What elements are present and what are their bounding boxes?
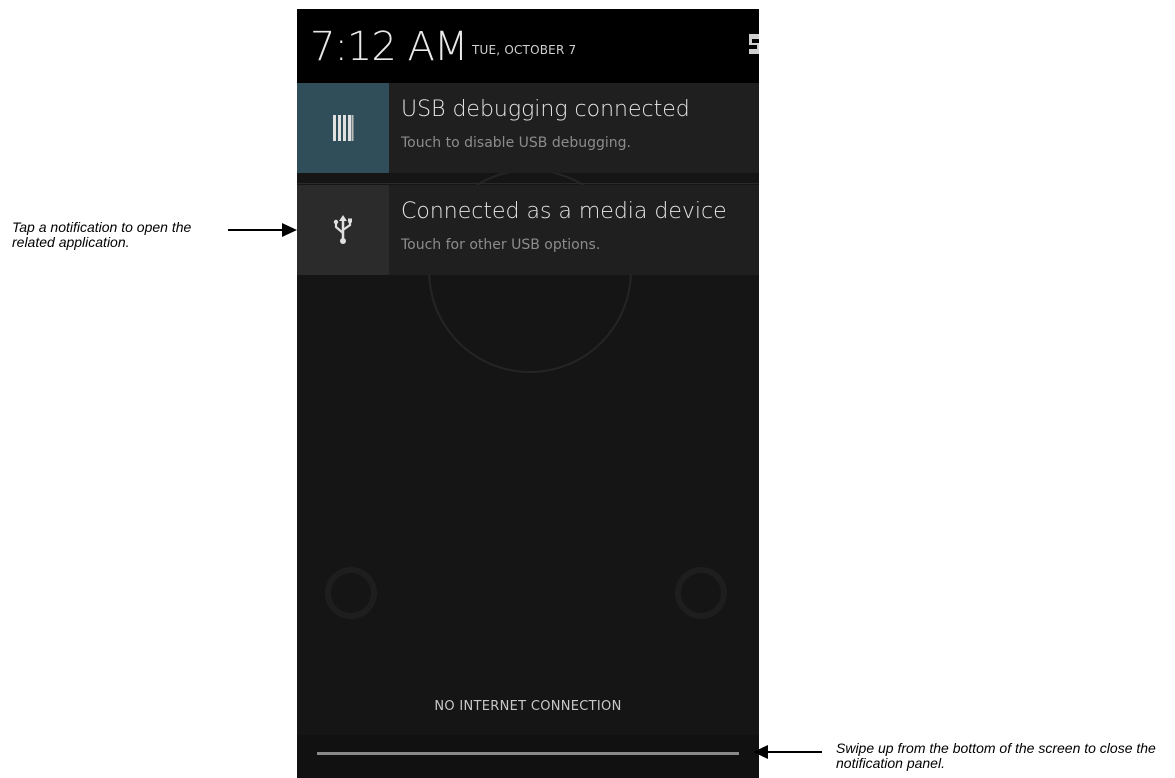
arrow-left-icon bbox=[753, 745, 822, 759]
notification-icon-container bbox=[297, 185, 389, 275]
notification-header: 7:12 AM TUE, OCTOBER 7 bbox=[297, 9, 759, 83]
notification-media-device[interactable]: Connected as a media device Touch for ot… bbox=[297, 185, 759, 275]
clock: 7:12 AM bbox=[310, 24, 468, 70]
drag-handle[interactable] bbox=[317, 752, 739, 755]
callout-tap-notification: Tap a notification to open the related a… bbox=[12, 220, 232, 250]
notification-subtitle: Touch to disable USB debugging. bbox=[401, 135, 631, 151]
notification-subtitle: Touch for other USB options. bbox=[401, 237, 601, 253]
callout-swipe-up: Swipe up from the bottom of the screen t… bbox=[836, 741, 1175, 771]
date: TUE, OCTOBER 7 bbox=[472, 43, 577, 57]
quick-settings-icon[interactable] bbox=[747, 31, 759, 57]
callout-swipe-up-text: Swipe up from the bottom of the screen t… bbox=[836, 740, 1156, 771]
usb-icon bbox=[333, 215, 352, 244]
background-camera-icon bbox=[325, 567, 377, 619]
divider bbox=[297, 183, 759, 184]
notification-icon-container bbox=[297, 83, 389, 173]
notification-usb-debugging[interactable]: USB debugging connected Touch to disable… bbox=[297, 83, 759, 173]
background-settings-icon bbox=[675, 567, 727, 619]
notification-title: Connected as a media device bbox=[401, 199, 727, 224]
usb-debugging-icon bbox=[333, 115, 354, 141]
arrow-right-icon bbox=[228, 223, 297, 237]
callout-tap-notification-text: Tap a notification to open the related a… bbox=[12, 219, 192, 250]
notification-panel: 7:12 AM TUE, OCTOBER 7 USB debugging con… bbox=[297, 9, 759, 778]
network-status: NO INTERNET CONNECTION bbox=[434, 699, 622, 714]
panel-drag-area[interactable] bbox=[297, 735, 759, 778]
notification-title: USB debugging connected bbox=[401, 97, 690, 122]
